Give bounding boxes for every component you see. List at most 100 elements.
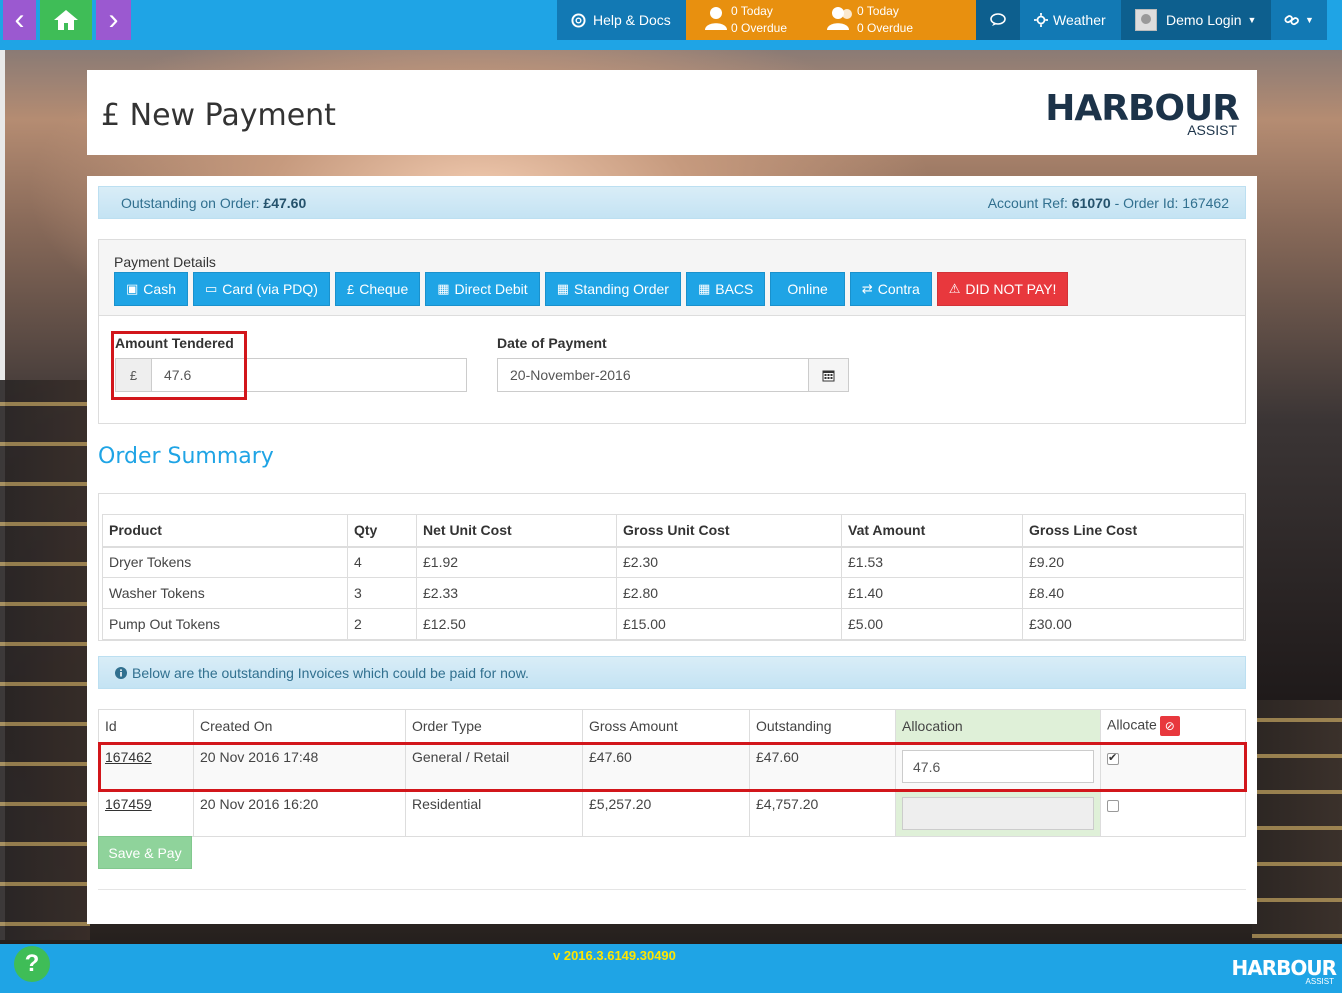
chevron-left-icon: ‹ [14, 3, 25, 36]
card-button[interactable]: ▭ Card (via PDQ) [192, 272, 330, 306]
allocate-cell [1100, 789, 1246, 837]
counter-2-today: 0 Today [857, 4, 899, 18]
question-icon: ? [24, 950, 40, 977]
standing-order-label: Standing Order [573, 281, 669, 297]
chevron-right-icon: › [108, 3, 119, 36]
standing-order-button[interactable]: ▦ Standing Order [544, 272, 681, 306]
user-menu[interactable]: Demo Login ▼ [1121, 0, 1271, 40]
links-menu[interactable]: ▼ [1271, 0, 1327, 40]
bacs-button[interactable]: ▦ BACS [685, 272, 766, 306]
payment-details-panel: Payment Details ▣ Cash ▭ Card (via PDQ) £ C… [98, 239, 1246, 424]
cash-button[interactable]: ▣ Cash [114, 272, 188, 306]
did-not-pay-button[interactable]: ⚠ DID NOT PAY! [936, 272, 1069, 306]
vat-amount-cell: £5.00 [841, 608, 1023, 640]
exchange-icon: ⇄ [861, 281, 873, 296]
invoices-notice-text: Below are the outstanding Invoices which… [132, 664, 529, 681]
home-button[interactable] [40, 0, 92, 40]
net-unit-cost-cell: £12.50 [416, 608, 617, 640]
product-cell: Washer Tokens [102, 577, 348, 609]
table-row: Dryer Tokens 4 £1.92 £2.30 £1.53 £9.20 [102, 546, 1244, 578]
qty-cell: 2 [347, 608, 417, 640]
date-of-payment-input[interactable] [498, 359, 808, 391]
vat-amount-cell: £1.53 [841, 546, 1023, 578]
online-button[interactable]: Online [770, 272, 845, 306]
harbour-logo: HARBOUR ASSIST [1045, 88, 1240, 138]
order-info-bar: Outstanding on Order: £47.60 Account Ref… [98, 186, 1246, 219]
info-icon [115, 666, 127, 679]
account-ref-label: Account Ref: [987, 194, 1068, 211]
allocation-input[interactable] [902, 797, 1094, 830]
table-row: Washer Tokens 3 £2.33 £2.80 £1.40 £8.40 [102, 577, 1244, 609]
order-type-cell: Residential [405, 789, 583, 837]
allocate-checkbox[interactable] [1107, 800, 1119, 812]
link-icon [1284, 15, 1299, 26]
back-button[interactable]: ‹ [3, 0, 36, 40]
background-harbour-lights-right [1252, 700, 1342, 940]
invoices-header-row: Id Created On Order Type Gross Amount Ou… [98, 709, 1246, 743]
help-docs-button[interactable]: Help & Docs [557, 0, 686, 40]
forward-button[interactable]: › [96, 0, 131, 40]
background-harbour-lights [0, 380, 90, 940]
invoice-id-link[interactable]: 167459 [105, 796, 152, 812]
calendar-icon: ▦ [556, 281, 569, 296]
clear-allocation-icon[interactable]: ⊘ [1159, 716, 1180, 736]
gross-unit-cost-cell: £2.80 [616, 577, 842, 609]
outstanding-label: Outstanding on Order: [121, 194, 260, 211]
direct-debit-label: Direct Debit [454, 281, 528, 297]
payment-method-header: Payment Details ▣ Cash ▭ Card (via PDQ) £ C… [99, 240, 1245, 316]
gross-line-cost-cell: £30.00 [1022, 608, 1244, 640]
col-allocation: Allocation [895, 709, 1101, 743]
col-outstanding: Outstanding [749, 709, 896, 743]
counter-1-overdue: 0 Overdue [731, 21, 788, 35]
counter-1[interactable]: 0 Today 0 Overdue [731, 3, 787, 37]
cheque-button[interactable]: £ Cheque [334, 272, 421, 306]
allocation-cell [895, 789, 1101, 837]
logo-subtext: ASSIST [1187, 122, 1237, 138]
outstanding-cell: £4,757.20 [749, 789, 896, 837]
outstanding-info: Outstanding on Order: £47.60 [121, 195, 306, 211]
footer: ? v 2016.3.6149.30490 HARBOUR ASSIST [0, 944, 1342, 993]
top-navbar: ‹ › Help & Docs 0 Today 0 Overdue 0 Toda… [0, 0, 1342, 50]
avatar [1135, 9, 1157, 31]
credit-card-icon: ▭ [204, 281, 218, 296]
col-gross-unit-cost: Gross Unit Cost [616, 514, 842, 548]
save-and-pay-button[interactable]: Save & Pay [98, 836, 192, 869]
page-header: £ New Payment HARBOUR ASSIST [87, 70, 1257, 155]
cash-label: Cash [143, 281, 176, 297]
date-picker-button[interactable] [808, 359, 848, 391]
table-row: Pump Out Tokens 2 £12.50 £15.00 £5.00 £3… [102, 608, 1244, 640]
chat-button[interactable] [976, 0, 1020, 40]
home-icon [54, 10, 78, 30]
created-on-cell: 20 Nov 2016 16:20 [193, 789, 406, 837]
footer-logo-subtext: ASSIST [1305, 977, 1334, 986]
counter-2[interactable]: 0 Today 0 Overdue [857, 3, 913, 37]
lifebuoy-icon [571, 12, 586, 28]
calendar-icon [822, 370, 835, 381]
counter-1-today: 0 Today [731, 4, 773, 18]
outstanding-value: £47.60 [263, 194, 307, 211]
invoices-notice: Below are the outstanding Invoices which… [98, 656, 1246, 689]
order-summary-table: Product Qty Net Unit Cost Gross Unit Cos… [102, 514, 1244, 640]
qty-cell: 3 [347, 577, 417, 609]
version-label: v 2016.3.6149.30490 [553, 948, 676, 963]
direct-debit-button[interactable]: ▦ Direct Debit [425, 272, 540, 306]
col-created-on: Created On [193, 709, 406, 743]
payment-method-buttons: ▣ Cash ▭ Card (via PDQ) £ Cheque ▦ Direct De… [114, 272, 1230, 306]
highlight-invoice-row [98, 742, 1247, 792]
gross-unit-cost-cell: £15.00 [616, 608, 842, 640]
contra-button[interactable]: ⇄ Contra [849, 272, 932, 306]
calendar-icon: ▦ [437, 281, 450, 296]
col-net-unit-cost: Net Unit Cost [416, 514, 617, 548]
help-bubble-button[interactable]: ? [14, 946, 50, 982]
account-info: Account Ref: 61070 - Order Id: 167462 [988, 195, 1229, 211]
payment-details-label: Payment Details [114, 254, 216, 270]
gross-amount-cell: £5,257.20 [582, 789, 750, 837]
cheque-label: Cheque [359, 281, 409, 297]
counter-2-overdue: 0 Overdue [857, 21, 914, 35]
order-summary-wrapper: Product Qty Net Unit Cost Gross Unit Cos… [98, 493, 1246, 641]
weather-button[interactable]: Weather [1020, 0, 1121, 40]
users-icon [827, 7, 852, 30]
did-not-pay-label: DID NOT PAY! [965, 281, 1057, 297]
col-product: Product [102, 514, 348, 548]
date-of-payment-label: Date of Payment [497, 335, 607, 351]
